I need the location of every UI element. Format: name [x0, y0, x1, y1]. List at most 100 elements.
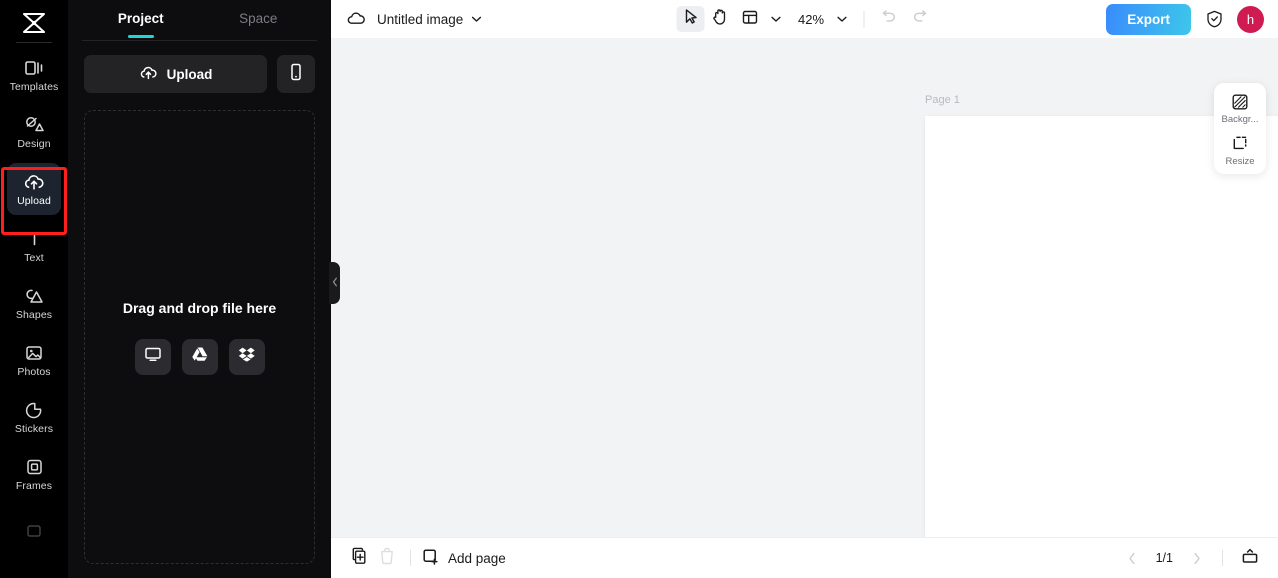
design-icon — [23, 114, 45, 136]
rail-divider — [16, 42, 52, 43]
chevron-left-icon — [332, 274, 338, 292]
redo-button[interactable] — [905, 6, 933, 32]
sidebar-item-more[interactable] — [7, 505, 61, 557]
toolbar-right: Export h — [1106, 3, 1264, 35]
hand-tool-button[interactable] — [706, 6, 734, 32]
layout-tool-button[interactable] — [736, 6, 764, 32]
panel-tabs: Project Space — [68, 0, 331, 36]
mobile-phone-icon — [289, 63, 303, 86]
add-page-icon — [422, 548, 440, 569]
frames-icon — [23, 456, 45, 478]
source-computer-button[interactable] — [134, 338, 171, 375]
export-button[interactable]: Export — [1106, 3, 1191, 35]
canvas-stage[interactable]: Page 1 Backgr... Resize — [331, 38, 1278, 537]
redo-icon — [911, 9, 927, 29]
sidebar-item-design[interactable]: Design — [7, 106, 61, 158]
sidebar-item-text[interactable]: Text — [7, 220, 61, 272]
left-rail: Templates Design Upload Text Shapes Phot… — [0, 0, 68, 578]
toolbar-divider — [863, 10, 865, 28]
upload-row: Upload — [68, 41, 331, 93]
main-area: Untitled image 42% Export h Page 1 Backg… — [331, 0, 1278, 578]
layout-panel-icon — [741, 9, 758, 30]
select-tool-button[interactable] — [675, 6, 704, 32]
design-canvas[interactable] — [925, 116, 1278, 537]
page-panel-toggle-button[interactable] — [1236, 544, 1264, 572]
upload-cloud-icon — [23, 171, 45, 193]
top-toolbar: Untitled image 42% Export h — [331, 0, 1278, 38]
background-label: Backgr... — [1221, 114, 1259, 125]
resize-label: Resize — [1225, 155, 1255, 167]
sidebar-label: Stickers — [14, 423, 54, 436]
background-hatch-icon — [1231, 92, 1250, 111]
tab-project[interactable]: Project — [82, 0, 200, 36]
hand-icon — [711, 8, 728, 31]
upload-button[interactable]: Upload — [84, 55, 267, 93]
more-icon — [23, 520, 45, 542]
document-title[interactable]: Untitled image — [377, 12, 463, 27]
resize-icon — [1231, 134, 1250, 153]
chevron-down-icon[interactable] — [471, 15, 482, 23]
duplicate-page-button[interactable] — [345, 544, 373, 572]
text-icon — [23, 228, 45, 250]
canvas-side-toolbar: Backgr... Resize — [1214, 83, 1266, 174]
undo-button[interactable] — [875, 6, 903, 32]
sidebar-item-stickers[interactable]: Stickers — [7, 391, 61, 443]
sidebar-label: Text — [24, 252, 44, 265]
upload-cloud-icon — [139, 65, 158, 84]
upload-button-label: Upload — [166, 66, 213, 82]
delete-page-button[interactable] — [373, 544, 401, 572]
sidebar-item-shapes[interactable]: Shapes — [7, 277, 61, 329]
resize-button[interactable]: Resize — [1214, 134, 1266, 167]
add-page-label: Add page — [448, 550, 506, 566]
mobile-upload-button[interactable] — [277, 55, 315, 93]
add-page-button[interactable]: Add page — [422, 548, 506, 569]
panel-collapse-handle[interactable] — [329, 262, 340, 304]
sidebar-item-upload[interactable]: Upload — [7, 163, 61, 215]
source-google-drive-button[interactable] — [181, 338, 218, 375]
sidebar-item-photos[interactable]: Photos — [7, 334, 61, 386]
sidebar-label: Templates — [9, 81, 59, 94]
dropbox-icon — [238, 346, 256, 367]
capcut-logo-icon[interactable] — [12, 8, 56, 38]
shield-check-icon[interactable] — [1203, 8, 1225, 30]
sidebar-item-frames[interactable]: Frames — [7, 448, 61, 500]
duplicate-page-icon — [350, 547, 368, 570]
tab-space[interactable]: Space — [200, 0, 318, 36]
capcut-editor: Templates Design Upload Text Shapes Phot… — [0, 0, 1278, 578]
avatar[interactable]: h — [1237, 5, 1264, 33]
sidebar-label: Shapes — [15, 309, 53, 322]
dropzone-text: Drag and drop file here — [122, 299, 277, 316]
sidebar-label: Frames — [15, 480, 53, 493]
google-drive-icon — [191, 346, 209, 367]
zoom-caret-icon[interactable] — [832, 6, 852, 32]
source-dropbox-button[interactable] — [228, 338, 265, 375]
cursor-arrow-icon — [682, 8, 698, 30]
stickers-icon — [23, 399, 45, 421]
bottom-divider — [410, 550, 411, 566]
photos-icon — [23, 342, 45, 364]
next-page-button[interactable] — [1185, 546, 1209, 570]
bottom-divider-right — [1222, 550, 1223, 566]
sidebar-label: Upload — [17, 195, 51, 208]
page-count: 1/1 — [1155, 551, 1173, 565]
dropzone[interactable]: Drag and drop file here — [84, 110, 315, 564]
zoom-level[interactable]: 42% — [788, 12, 830, 27]
page-panel-icon — [1241, 547, 1259, 570]
page-label: Page 1 — [925, 94, 960, 106]
toolbar-center-tools: 42% — [675, 6, 933, 32]
page-navigation: 1/1 — [1120, 544, 1264, 572]
shapes-icon — [23, 285, 45, 307]
sidebar-label: Photos — [17, 366, 51, 379]
trash-icon — [379, 547, 395, 570]
undo-icon — [881, 9, 897, 29]
prev-page-button[interactable] — [1120, 546, 1144, 570]
templates-icon — [23, 57, 45, 79]
sidebar-label: Design — [17, 138, 51, 151]
sidebar-item-templates[interactable]: Templates — [7, 49, 61, 101]
monitor-icon — [144, 346, 162, 367]
upload-panel: Project Space Upload Drag and drop file … — [68, 0, 340, 578]
layout-caret-icon[interactable] — [766, 6, 786, 32]
background-button[interactable]: Backgr... — [1214, 92, 1266, 125]
dropzone-sources — [134, 338, 265, 375]
cloud-save-icon[interactable] — [345, 8, 367, 30]
